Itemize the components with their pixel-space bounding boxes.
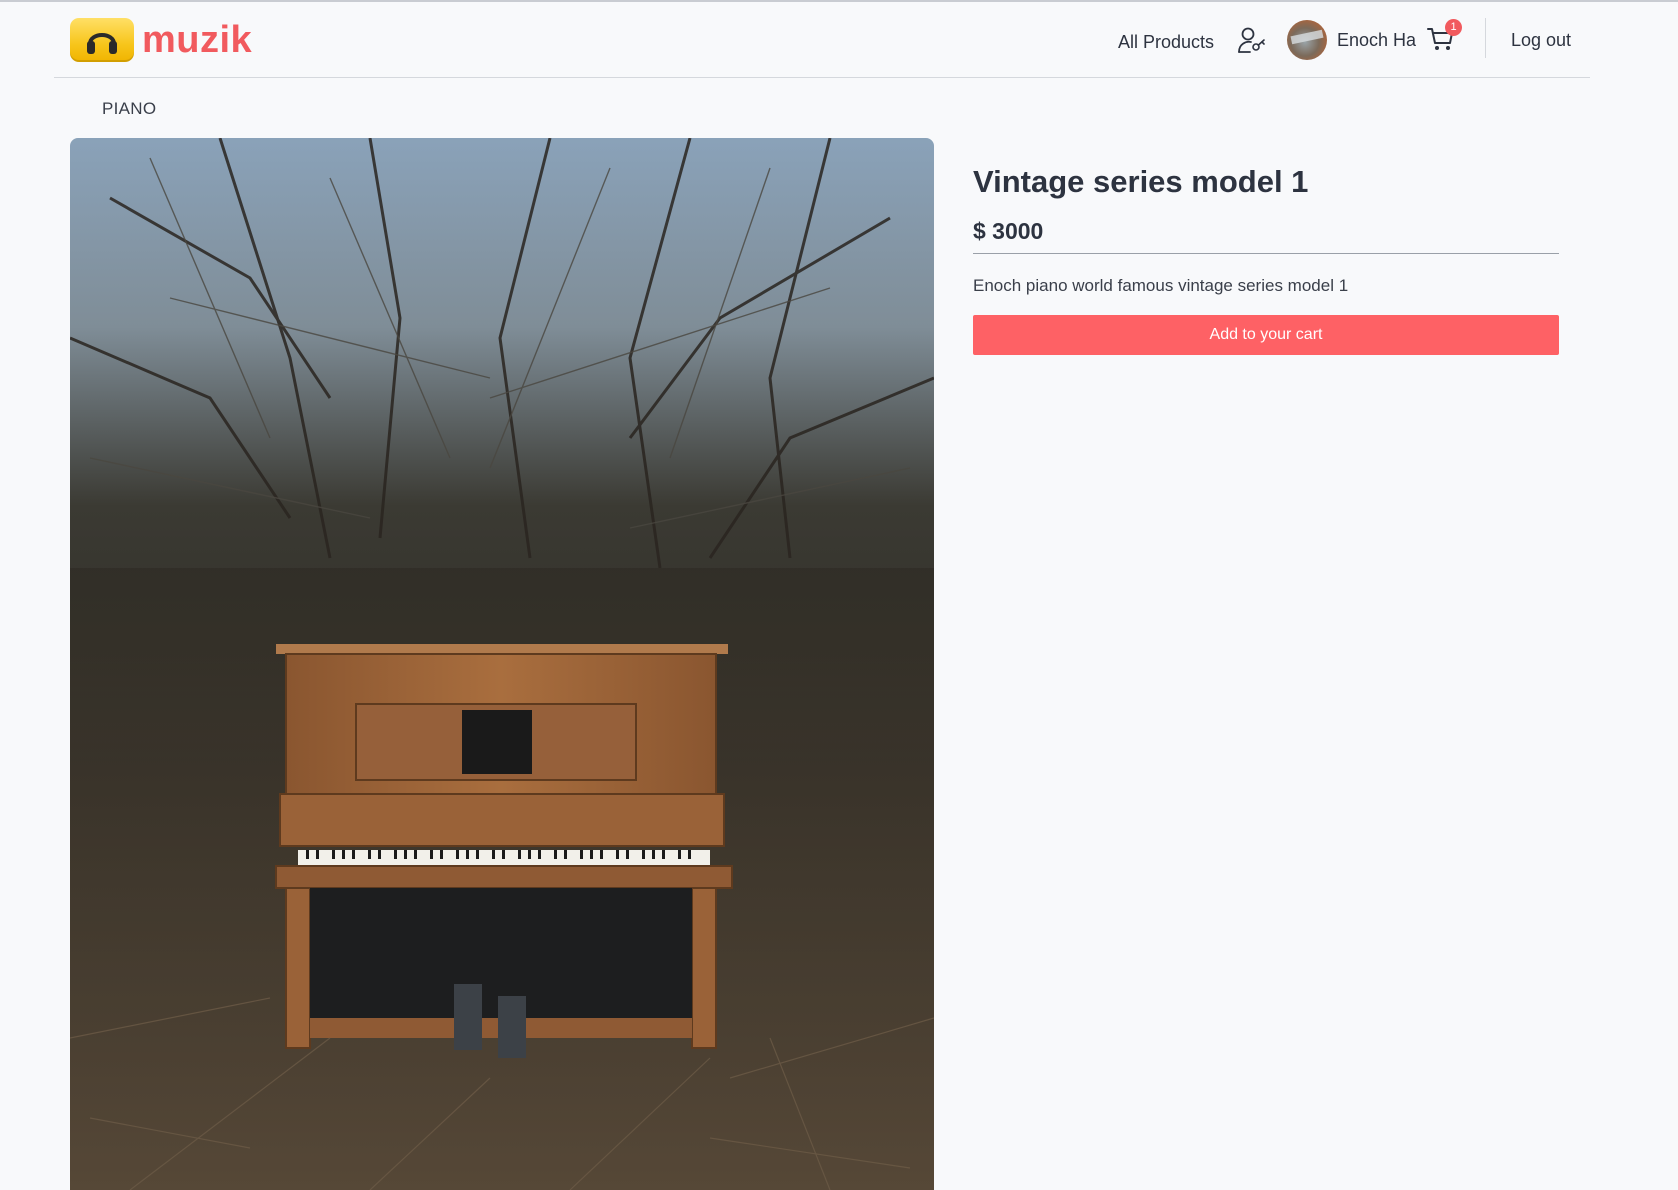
- logo-text: muzik: [142, 19, 253, 61]
- divider: [973, 253, 1559, 254]
- add-to-cart-button[interactable]: Add to your cart: [973, 315, 1559, 355]
- site-header: muzik All Products Enoch Ha 1 Log out: [54, 2, 1590, 78]
- user-name[interactable]: Enoch Ha: [1337, 30, 1416, 51]
- avatar[interactable]: [1287, 20, 1327, 60]
- user-settings-icon[interactable]: [1237, 25, 1267, 55]
- nav-all-products[interactable]: All Products: [1118, 32, 1214, 53]
- logout-link[interactable]: Log out: [1511, 30, 1571, 51]
- cart-count-badge: 1: [1445, 19, 1462, 36]
- product-title: Vintage series model 1: [973, 164, 1309, 199]
- breadcrumb-category[interactable]: PIANO: [102, 99, 156, 119]
- nav-divider: [1485, 18, 1486, 58]
- product-description: Enoch piano world famous vintage series …: [973, 276, 1349, 295]
- logo[interactable]: muzik: [70, 18, 252, 62]
- headphones-icon: [70, 18, 134, 62]
- product-price: $ 3000: [973, 218, 1044, 244]
- product-image: [70, 138, 934, 1190]
